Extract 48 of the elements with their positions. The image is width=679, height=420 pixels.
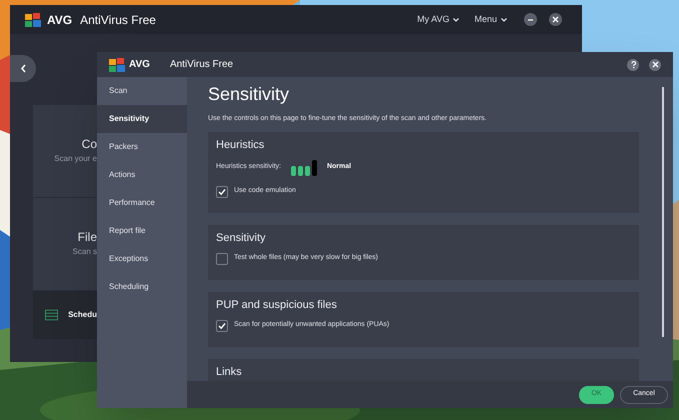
sidebar-item[interactable]: Exceptions [97, 245, 187, 273]
scan-card[interactable]: Co Scan your e [33, 105, 97, 198]
checkmark-icon [218, 322, 226, 330]
scan-card[interactable]: File Scan s [33, 198, 97, 291]
sidebar-item[interactable]: Performance [97, 189, 187, 217]
window-title: AntiVirus Free [170, 58, 234, 72]
logo-icon [25, 12, 41, 26]
help-button[interactable] [627, 58, 639, 70]
back-button[interactable] [10, 55, 36, 82]
sidebar-item[interactable]: Scheduling [97, 273, 187, 301]
sidebar-item[interactable]: Scan [97, 77, 187, 105]
checkbox[interactable] [216, 252, 228, 264]
section-title: Sensitivity [216, 230, 267, 244]
checkbox[interactable] [216, 320, 228, 332]
sidebar-item[interactable]: Sensitivity [97, 105, 187, 133]
page-heading: Sensitivity [208, 83, 290, 106]
minimize-button[interactable] [524, 13, 537, 26]
menu-button[interactable]: Menu [474, 12, 508, 26]
scheduled-label: Schedu [68, 309, 97, 321]
window-title: AntiVirus Free [80, 12, 156, 28]
card-subtitle: Scan s [72, 246, 97, 258]
card-title: Co [82, 138, 97, 150]
caret-icon [500, 16, 508, 24]
menu-button[interactable]: My AVG [417, 12, 460, 26]
sidebar-item[interactable]: Packers [97, 133, 187, 161]
caret-icon [452, 16, 460, 24]
close-icon [652, 61, 658, 68]
checkbox[interactable] [216, 186, 228, 198]
close-button[interactable] [549, 13, 562, 26]
sidebar-item[interactable]: Actions [97, 161, 187, 189]
back-icon [20, 64, 26, 73]
sidebar-item[interactable]: Report file [97, 217, 187, 245]
scrollbar[interactable] [662, 87, 664, 337]
checkmark-icon [218, 188, 226, 196]
close-button[interactable] [649, 58, 661, 70]
scheduled-bar[interactable]: Schedu [33, 291, 97, 339]
logo-icon [109, 58, 125, 72]
logo-text: AVG [129, 58, 150, 72]
section-title: Heuristics [216, 138, 266, 152]
logo-text: AVG [47, 12, 72, 28]
card-title: File [78, 230, 97, 242]
section-title: Links [216, 364, 243, 378]
help-icon [630, 60, 636, 68]
sensitivity-meter[interactable] [290, 160, 317, 176]
close-icon [552, 16, 559, 23]
calendar-icon [45, 309, 58, 321]
card-subtitle: Scan your e [54, 152, 97, 164]
section-title: PUP and suspicious files [216, 298, 338, 312]
